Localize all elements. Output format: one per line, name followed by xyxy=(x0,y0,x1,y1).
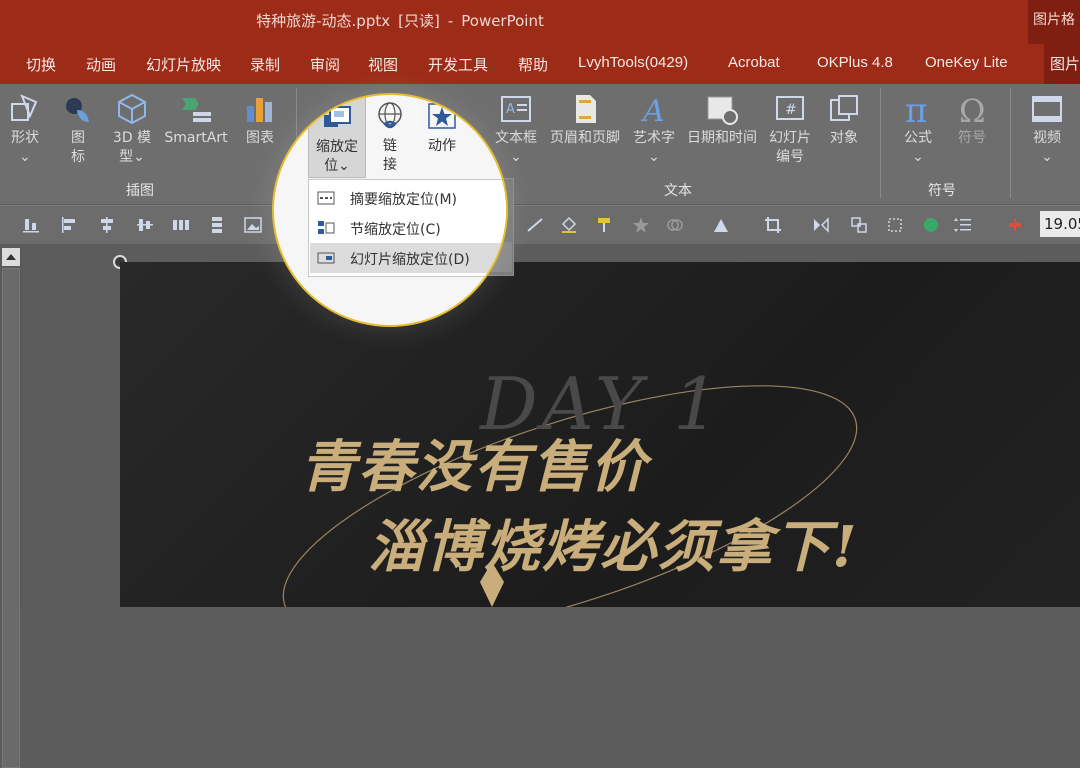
tab-view[interactable]: 视图 xyxy=(368,54,398,75)
header-footer-button[interactable]: 页眉和页脚 xyxy=(544,92,626,148)
wordart-icon: A xyxy=(640,94,665,126)
slide-zoom-icon xyxy=(317,252,335,264)
cube-icon xyxy=(118,93,146,125)
flip-icon[interactable] xyxy=(812,216,830,234)
link-globe-icon xyxy=(378,102,402,129)
symbol-button[interactable]: Ω 符号 xyxy=(948,92,996,148)
slide-number-button[interactable]: # 幻灯片 编号 xyxy=(764,92,816,167)
distribute-horizontal-icon[interactable] xyxy=(172,216,190,234)
ribbon-tabs: 切换 动画 幻灯片放映 录制 审阅 视图 开发工具 帮助 LvyhTools(0… xyxy=(0,44,1080,84)
spotlight-highlight: 缩放定 位⌄ 链 接 动作 摘要缩放定位(M) 节缩放定位(C) 幻灯片缩放定位… xyxy=(272,93,508,327)
textbox-button[interactable]: A 文本框 ⌄ xyxy=(488,92,544,167)
smartart-button[interactable]: SmartArt xyxy=(160,92,232,148)
zoom-dropdown-menu-highlighted: 摘要缩放定位(M) 节缩放定位(C) 幻灯片缩放定位(D) xyxy=(308,179,506,277)
wordart-button[interactable]: A 艺术字 ⌄ xyxy=(628,92,680,167)
group-text-label: 文本 xyxy=(664,183,692,199)
tab-acrobat[interactable]: Acrobat xyxy=(728,54,780,71)
zoom-icon xyxy=(324,106,351,127)
tab-help[interactable]: 帮助 xyxy=(518,54,548,75)
group-objects-icon[interactable] xyxy=(850,216,868,234)
tab-slideshow[interactable]: 幻灯片放映 xyxy=(146,54,221,75)
align-center-icon[interactable] xyxy=(98,216,116,234)
section-zoom-icon xyxy=(318,221,335,234)
picture-icon[interactable] xyxy=(244,216,262,234)
crop-icon[interactable] xyxy=(764,216,782,234)
object-button[interactable]: 对象 xyxy=(820,92,868,148)
slide-headline-1: 青春没有售价 xyxy=(300,434,648,500)
slide-zoom-item-highlighted[interactable]: 幻灯片缩放定位(D) xyxy=(310,243,506,273)
textbox-icon: A xyxy=(501,96,531,122)
ribbon: 形状 ⌄ 图 标 3D 模 型⌄ SmartArt 图表 插图 A 文本框 ⌄ … xyxy=(0,84,1080,204)
slide-canvas[interactable]: DAY 1 青春没有售价 淄博烧烤必须拿下! xyxy=(120,262,1080,607)
tab-animations[interactable]: 动画 xyxy=(86,54,116,75)
shapes-button[interactable]: 形状 ⌄ xyxy=(2,92,48,167)
scrollbar[interactable] xyxy=(2,268,20,768)
merge-shapes-icon[interactable] xyxy=(666,216,684,234)
summary-zoom-icon xyxy=(317,191,335,205)
slide-number-icon: # xyxy=(776,96,804,120)
calendar-icon xyxy=(707,96,738,125)
window-title: 特种旅游-动态.pptx [只读] - PowerPoint xyxy=(256,12,544,30)
tab-picture-format[interactable]: 图片格式 xyxy=(1044,44,1080,84)
svg-text:Ω: Ω xyxy=(959,92,986,126)
video-button[interactable]: 视频 ⌄ xyxy=(1024,92,1070,167)
header-footer-icon xyxy=(576,95,596,123)
shape-effects-icon[interactable] xyxy=(712,216,730,234)
line-spacing-icon[interactable] xyxy=(954,216,972,234)
size-input[interactable]: 19.05 xyxy=(1040,211,1080,237)
slide-thumbnail-pane xyxy=(0,244,22,768)
equation-button[interactable]: π 公式 ⌄ xyxy=(894,92,942,167)
group-symbols-label: 符号 xyxy=(928,183,956,199)
chart-button[interactable]: 图表 xyxy=(238,92,282,148)
tab-record[interactable]: 录制 xyxy=(250,54,280,75)
film-icon xyxy=(1032,96,1062,122)
scroll-up-button[interactable] xyxy=(2,248,20,266)
svg-text:A: A xyxy=(506,102,515,117)
svg-text:π: π xyxy=(905,92,927,126)
pin-icon[interactable] xyxy=(1006,216,1024,234)
link-button[interactable]: 链 接 xyxy=(368,95,412,175)
chart-icon xyxy=(247,98,272,122)
distribute-vertical-icon[interactable] xyxy=(208,216,226,234)
align-middle-icon[interactable] xyxy=(136,216,154,234)
tab-transitions[interactable]: 切换 xyxy=(26,54,56,75)
tab-okplus[interactable]: OKPlus 4.8 xyxy=(817,54,893,71)
datetime-button[interactable]: 日期和时间 xyxy=(682,92,762,148)
icons-button[interactable]: 图 标 xyxy=(58,92,98,167)
circle-fill-icon[interactable] xyxy=(922,216,940,234)
format-painter-icon[interactable] xyxy=(596,216,614,234)
omega-icon: Ω xyxy=(959,92,986,126)
3d-models-button[interactable]: 3D 模 型⌄ xyxy=(106,92,158,167)
paint-bucket-icon[interactable] xyxy=(560,216,578,234)
tab-onekey-lite[interactable]: OneKey Lite xyxy=(925,54,1008,71)
group-illustrations-label: 插图 xyxy=(126,183,154,199)
slide-headline-2: 淄博烧烤必须拿下! xyxy=(368,514,859,580)
tab-lvyhtools[interactable]: LvyhTools(0429) xyxy=(578,54,688,71)
icons-icon xyxy=(66,98,89,122)
shapes-icon xyxy=(11,94,38,121)
text-direction-icon[interactable] xyxy=(526,216,544,234)
drawing-toolbar: A 19.05 xyxy=(0,205,1080,244)
star-icon[interactable] xyxy=(632,216,650,234)
tab-review[interactable]: 审阅 xyxy=(310,54,340,75)
object-icon xyxy=(830,95,858,121)
tab-developer[interactable]: 开发工具 xyxy=(428,54,488,75)
action-star-icon xyxy=(428,103,456,129)
picture-format-context-label: 图片格式 xyxy=(1028,0,1080,44)
align-bottom-icon[interactable] xyxy=(22,216,40,234)
ribbon-separator xyxy=(880,88,881,198)
align-left-icon[interactable] xyxy=(60,216,78,234)
action-button[interactable]: 动作 xyxy=(420,95,464,156)
arrow-up-icon xyxy=(6,254,16,260)
smartart-icon xyxy=(182,98,211,122)
svg-text:#: # xyxy=(785,102,797,118)
ribbon-separator xyxy=(1010,88,1011,198)
section-zoom-item-highlighted[interactable]: 节缩放定位(C) xyxy=(310,213,506,243)
summary-zoom-item-highlighted[interactable]: 摘要缩放定位(M) xyxy=(310,183,506,213)
pi-icon: π xyxy=(905,92,927,126)
resize-icon[interactable] xyxy=(886,216,904,234)
title-bar: 特种旅游-动态.pptx[只读]-PowerPoint 图片格式 xyxy=(0,0,1080,44)
svg-text:A: A xyxy=(640,94,665,126)
zoom-button[interactable]: 缩放定 位⌄ xyxy=(308,95,366,178)
